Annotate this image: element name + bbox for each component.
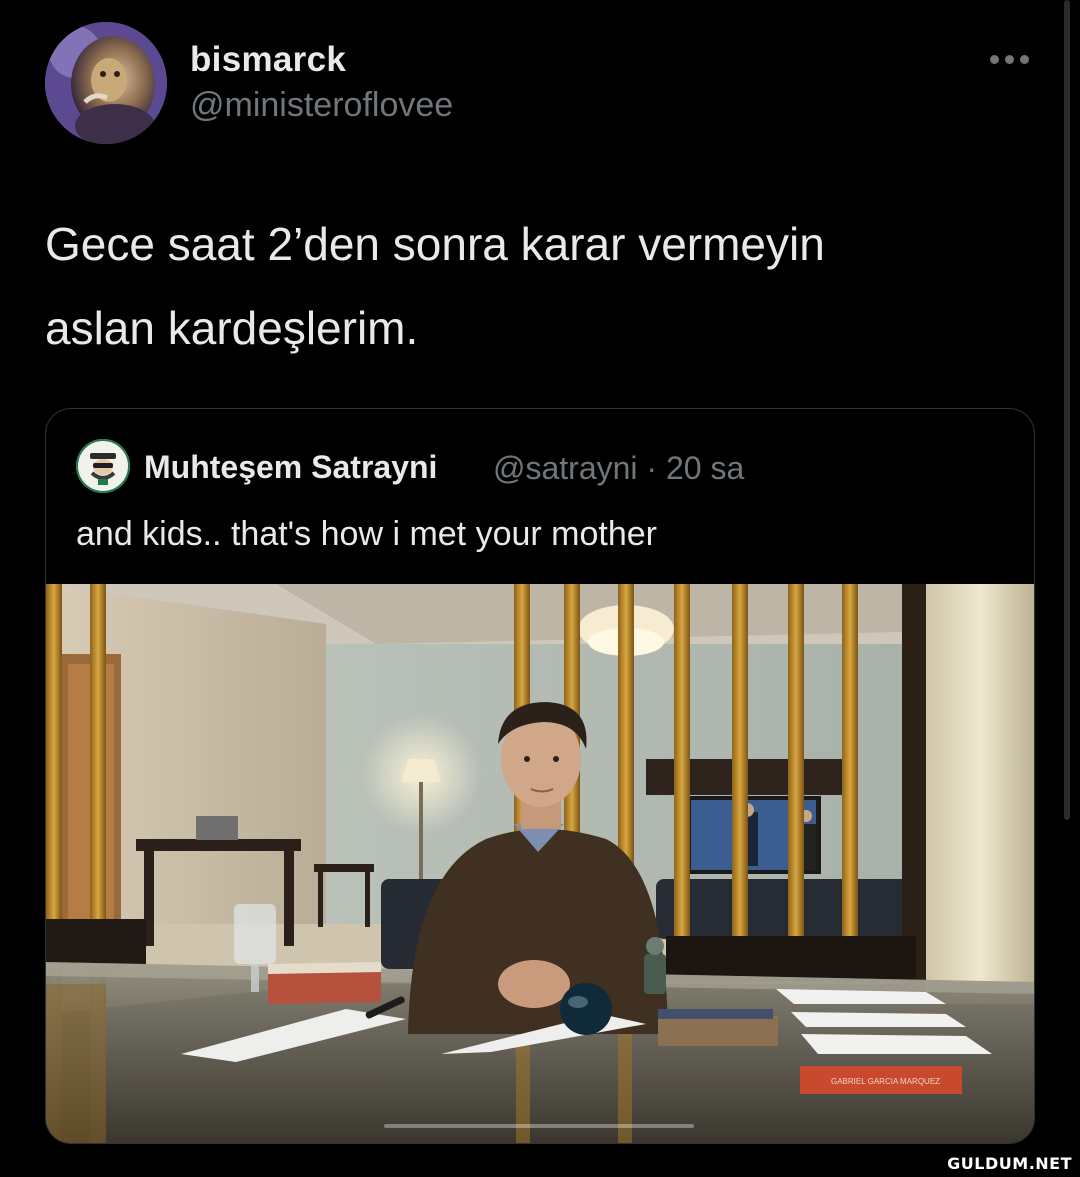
quoted-tweet-text: and kids.. that's how i met your mother [76, 515, 657, 553]
tweet-text-line: Gece saat 2’den sonra karar vermeyin [45, 218, 825, 270]
book-spine-text: GABRIEL GARCIA MARQUEZ [831, 1077, 940, 1086]
more-dot [1020, 54, 1029, 64]
tweet-text: Gece saat 2’den sonra karar vermeyin asl… [45, 202, 1035, 370]
tweet-text-line: aslan kardeşlerim. [45, 302, 419, 354]
more-dot [1005, 54, 1014, 64]
masked-face-avatar-icon [76, 439, 130, 493]
more-horizontal-icon [990, 54, 999, 64]
quoted-tweet-card[interactable]: Muhteşem Satrayni @satrayni · 20 sa and … [45, 408, 1035, 1144]
author-display-name[interactable]: bismarck [190, 40, 346, 80]
living-room-photo: GABRIEL GARCIA MARQUEZ [46, 584, 1034, 1143]
quoted-author-handle-time[interactable]: @satrayni · 20 sa [493, 450, 744, 487]
author-handle[interactable]: @ministeroflovee [190, 86, 453, 125]
quoted-author-avatar[interactable] [76, 439, 130, 493]
watermark: GULDUM.NET [947, 1154, 1072, 1173]
quoted-tweet-photo[interactable]: GABRIEL GARCIA MARQUEZ [46, 584, 1034, 1143]
author-avatar[interactable] [45, 22, 167, 144]
quoted-author-display-name[interactable]: Muhteşem Satrayni [144, 449, 437, 486]
scrollbar[interactable] [1064, 0, 1070, 820]
lion-avatar-icon [45, 22, 167, 144]
more-options-button[interactable] [990, 52, 1032, 66]
